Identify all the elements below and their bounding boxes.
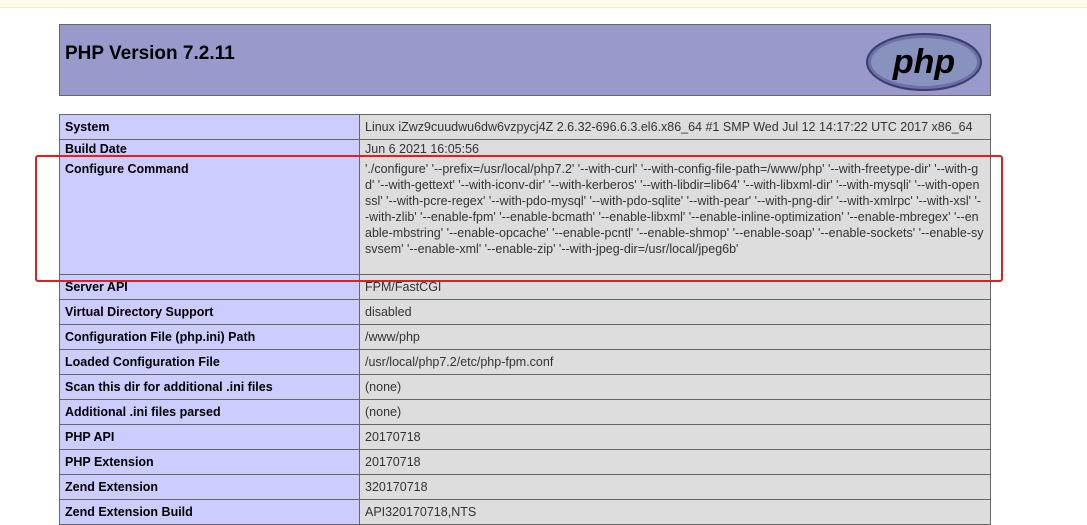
row-value: Linux iZwz9cuudwu6dw6vzpycj4Z 2.6.32-696… [359,114,991,140]
row-value: /www/php [359,324,991,350]
row-value: FPM/FastCGI [359,274,991,300]
table-row: System Linux iZwz9cuudwu6dw6vzpycj4Z 2.6… [59,114,991,140]
row-label: Zend Extension Build [59,499,360,525]
table-row: Zend Extension 320170718 [59,474,991,500]
row-label: Scan this dir for additional .ini files [59,374,360,400]
row-value: 320170718 [359,474,991,500]
php-info-table: System Linux iZwz9cuudwu6dw6vzpycj4Z 2.6… [59,114,991,525]
php-logo-text: php [892,43,955,81]
table-row: Scan this dir for additional .ini files … [59,374,991,400]
row-value: 20170718 [359,449,991,475]
table-row: Configure Command './configure' '--prefi… [59,156,991,275]
table-row: Build Date Jun 6 2021 16:05:56 [59,139,991,157]
row-label: Additional .ini files parsed [59,399,360,425]
table-row: Virtual Directory Support disabled [59,299,991,325]
row-label: Configuration File (php.ini) Path [59,324,360,350]
row-value: Jun 6 2021 16:05:56 [359,139,991,157]
row-value: disabled [359,299,991,325]
php-version-header: PHP Version 7.2.11 php [59,24,991,96]
php-logo-icon[interactable]: php [864,31,984,93]
row-value: API320170718,NTS [359,499,991,525]
top-notification-strip [0,0,1087,8]
row-label: PHP Extension [59,449,360,475]
row-label: Server API [59,274,360,300]
row-label: Build Date [59,139,360,157]
row-value: 20170718 [359,424,991,450]
table-row: PHP Extension 20170718 [59,449,991,475]
table-row: Loaded Configuration File /usr/local/php… [59,349,991,375]
table-row: Configuration File (php.ini) Path /www/p… [59,324,991,350]
row-value: './configure' '--prefix=/usr/local/php7.… [359,156,991,275]
row-label: Loaded Configuration File [59,349,360,375]
table-row: Server API FPM/FastCGI [59,274,991,300]
table-row: Zend Extension Build API320170718,NTS [59,499,991,525]
row-label: Zend Extension [59,474,360,500]
row-value: /usr/local/php7.2/etc/php-fpm.conf [359,349,991,375]
page-title: PHP Version 7.2.11 [65,43,235,64]
row-label: Configure Command [59,156,360,275]
row-value: (none) [359,399,991,425]
row-label: PHP API [59,424,360,450]
row-label: Virtual Directory Support [59,299,360,325]
table-row: Additional .ini files parsed (none) [59,399,991,425]
row-value: (none) [359,374,991,400]
row-label: System [59,114,360,140]
table-row: PHP API 20170718 [59,424,991,450]
